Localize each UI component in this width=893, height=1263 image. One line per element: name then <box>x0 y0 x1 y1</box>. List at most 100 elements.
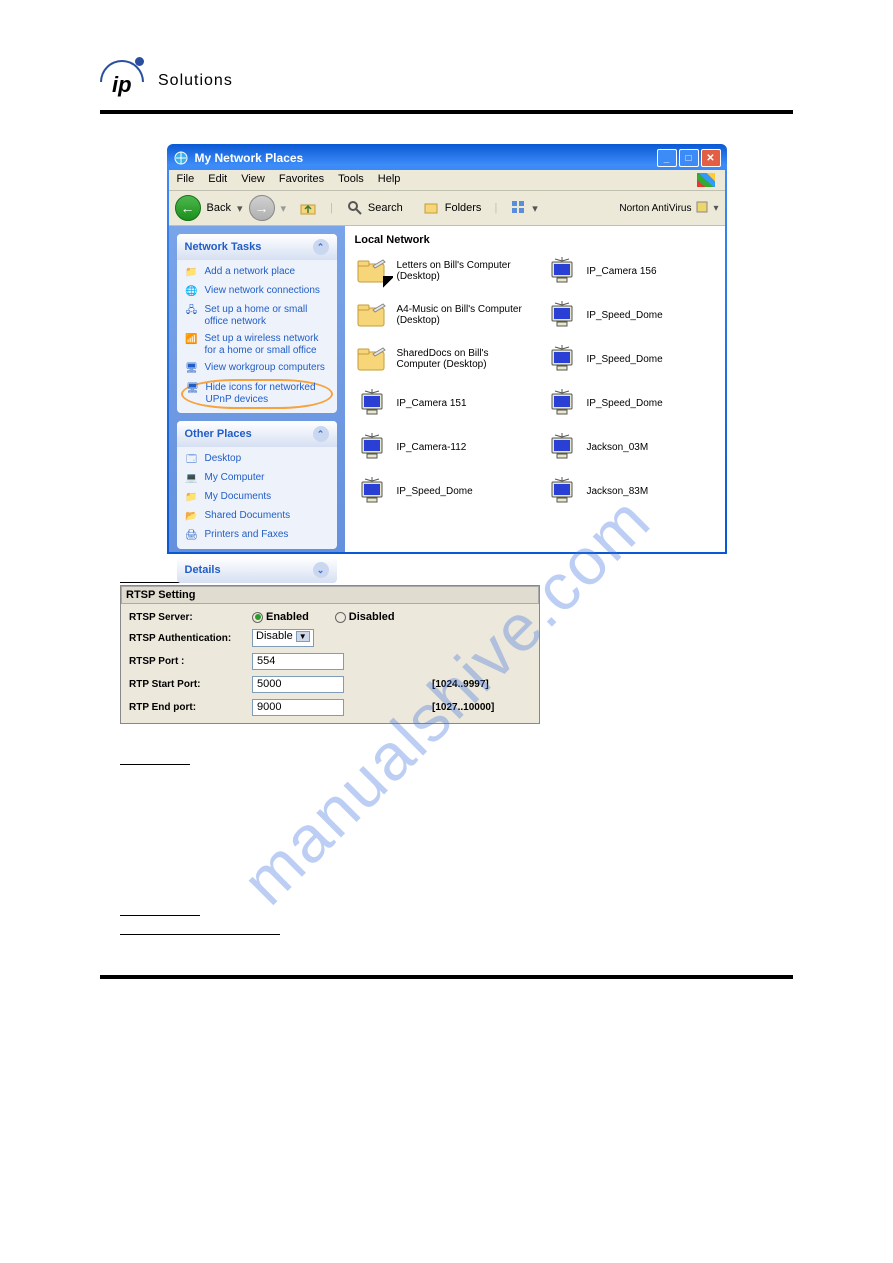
rtsp-enabled-radio[interactable]: Enabled <box>252 611 309 623</box>
device-monitor-icon <box>545 476 579 506</box>
device-monitor-item[interactable]: IP_Speed_Dome <box>545 300 715 330</box>
device-label: IP_Speed_Dome <box>587 398 663 409</box>
globe-icon: 🌐 <box>185 285 199 299</box>
device-monitor-item[interactable]: IP_Speed_Dome <box>545 344 715 374</box>
menu-file[interactable]: File <box>177 173 195 187</box>
search-icon <box>346 199 364 217</box>
device-label: Jackson_03M <box>587 442 649 453</box>
device-label: IP_Camera-112 <box>397 442 467 453</box>
main-content: Local Network Letters on Bill's Computer… <box>345 226 725 552</box>
device-label: Jackson_83M <box>587 486 649 497</box>
back-label: Back <box>207 202 231 214</box>
search-button[interactable]: Search <box>339 195 410 221</box>
close-button[interactable]: ✕ <box>701 149 721 167</box>
view-workgroup-computers[interactable]: 🖥View workgroup computers <box>185 362 329 376</box>
rtp-start-range: [1024..9997] <box>432 679 489 690</box>
setup-home-network[interactable]: 🖧Set up a home or small office network <box>185 304 329 328</box>
footer-divider <box>100 975 793 979</box>
views-icon <box>510 199 528 217</box>
windows-flag-icon <box>697 173 715 187</box>
rtsp-server-label: RTSP Server: <box>129 612 244 623</box>
device-monitor-icon <box>355 432 389 462</box>
back-dropdown-icon[interactable]: ▾ <box>237 202 243 215</box>
device-monitor-item[interactable]: Jackson_03M <box>545 432 715 462</box>
hide-upnp-icons[interactable]: 🖥Hide icons for networked UPnP devices <box>186 382 328 406</box>
device-monitor-item[interactable]: Jackson_83M <box>545 476 715 506</box>
chevron-up-icon: ⌃ <box>313 426 329 442</box>
antivirus-toolbar: Norton AntiVirus ▾ <box>619 200 718 217</box>
rtp-start-label: RTP Start Port: <box>129 679 244 690</box>
network-icon: 🖧 <box>185 304 199 318</box>
device-monitor-item[interactable]: IP_Speed_Dome <box>355 476 525 506</box>
shared-folder-icon <box>355 256 389 286</box>
shared-documents-link[interactable]: 📂Shared Documents <box>185 510 329 524</box>
device-monitor-item[interactable]: IP_Camera 156 <box>545 256 715 286</box>
shared-folder-item[interactable]: A4-Music on Bill's Computer (Desktop) <box>355 300 525 330</box>
up-button[interactable] <box>292 195 324 221</box>
printer-icon: 🖨 <box>185 529 199 543</box>
device-label: Letters on Bill's Computer (Desktop) <box>397 260 525 282</box>
device-monitor-icon <box>545 256 579 286</box>
my-documents-link[interactable]: 📁My Documents <box>185 491 329 505</box>
device-label: IP_Speed_Dome <box>397 486 473 497</box>
add-network-place[interactable]: 📁Add a network place <box>185 266 329 280</box>
folder-up-icon <box>299 199 317 217</box>
rtsp-port-label: RTSP Port : <box>129 656 244 667</box>
printers-faxes-link[interactable]: 🖨Printers and Faxes <box>185 529 329 543</box>
computers-icon: 🖥 <box>185 362 199 376</box>
menu-view[interactable]: View <box>241 173 265 187</box>
shared-folder-icon <box>355 300 389 330</box>
views-button[interactable]: ▾ <box>503 195 545 221</box>
device-label: IP_Camera 156 <box>587 266 657 277</box>
shared-folder-icon <box>355 344 389 374</box>
toolbar: ← Back ▾ → ▾ | Search Folders | ▾ Norton… <box>169 191 725 226</box>
device-monitor-item[interactable]: IP_Speed_Dome <box>545 388 715 418</box>
antivirus-icon[interactable] <box>695 200 709 217</box>
rtp-end-range: [1027..10000] <box>432 702 494 713</box>
minimize-button[interactable]: _ <box>657 149 677 167</box>
device-monitor-item[interactable]: IP_Camera 151 <box>355 388 525 418</box>
setup-wireless-network[interactable]: 📶Set up a wireless network for a home or… <box>185 333 329 357</box>
rtsp-auth-label: RTSP Authentication: <box>129 633 244 644</box>
local-network-heading: Local Network <box>355 234 715 246</box>
stub-underline-2 <box>120 915 200 916</box>
antivirus-dropdown-icon[interactable]: ▾ <box>713 203 718 214</box>
rtp-end-input[interactable]: 9000 <box>252 699 344 716</box>
forward-button[interactable]: → <box>249 195 275 221</box>
rtsp-port-input[interactable]: 554 <box>252 653 344 670</box>
device-label: IP_Speed_Dome <box>587 354 663 365</box>
network-tasks-header[interactable]: Network Tasks ⌃ <box>177 234 337 260</box>
shared-folder-item[interactable]: Letters on Bill's Computer (Desktop) <box>355 256 525 286</box>
network-places-icon <box>173 150 189 166</box>
upnp-icon: 🖥 <box>186 382 200 396</box>
menu-tools[interactable]: Tools <box>338 173 364 187</box>
device-monitor-icon <box>355 388 389 418</box>
network-tasks-panel: Network Tasks ⌃ 📁Add a network place 🌐Vi… <box>177 234 337 413</box>
menu-bar: File Edit View Favorites Tools Help <box>169 170 725 191</box>
shared-folder-item[interactable]: SharedDocs on Bill's Computer (Desktop) <box>355 344 525 374</box>
maximize-button[interactable]: □ <box>679 149 699 167</box>
device-monitor-item[interactable]: IP_Camera-112 <box>355 432 525 462</box>
menu-favorites[interactable]: Favorites <box>279 173 324 187</box>
device-monitor-icon <box>545 300 579 330</box>
menu-help[interactable]: Help <box>378 173 401 187</box>
brand-logo: ip Solutions <box>100 60 793 102</box>
rtsp-auth-select[interactable]: Disable ▼ <box>252 629 314 647</box>
sidebar: Network Tasks ⌃ 📁Add a network place 🌐Vi… <box>169 226 345 552</box>
rtp-start-input[interactable]: 5000 <box>252 676 344 693</box>
details-header[interactable]: Details ⌄ <box>177 557 337 583</box>
other-places-panel: Other Places ⌃ 🗔Desktop 💻My Computer 📁My… <box>177 421 337 549</box>
forward-dropdown-icon[interactable]: ▾ <box>281 202 287 215</box>
folders-button[interactable]: Folders <box>416 195 489 221</box>
brand-text: Solutions <box>158 72 233 90</box>
details-panel: Details ⌄ <box>177 557 337 583</box>
menu-edit[interactable]: Edit <box>208 173 227 187</box>
view-network-connections[interactable]: 🌐View network connections <box>185 285 329 299</box>
back-button[interactable]: ← <box>175 195 201 221</box>
other-places-header[interactable]: Other Places ⌃ <box>177 421 337 447</box>
window-titlebar[interactable]: My Network Places _ □ ✕ <box>169 146 725 170</box>
rtsp-disabled-radio[interactable]: Disabled <box>335 611 395 623</box>
desktop-link[interactable]: 🗔Desktop <box>185 453 329 467</box>
other-places-title: Other Places <box>185 428 252 440</box>
my-computer-link[interactable]: 💻My Computer <box>185 472 329 486</box>
